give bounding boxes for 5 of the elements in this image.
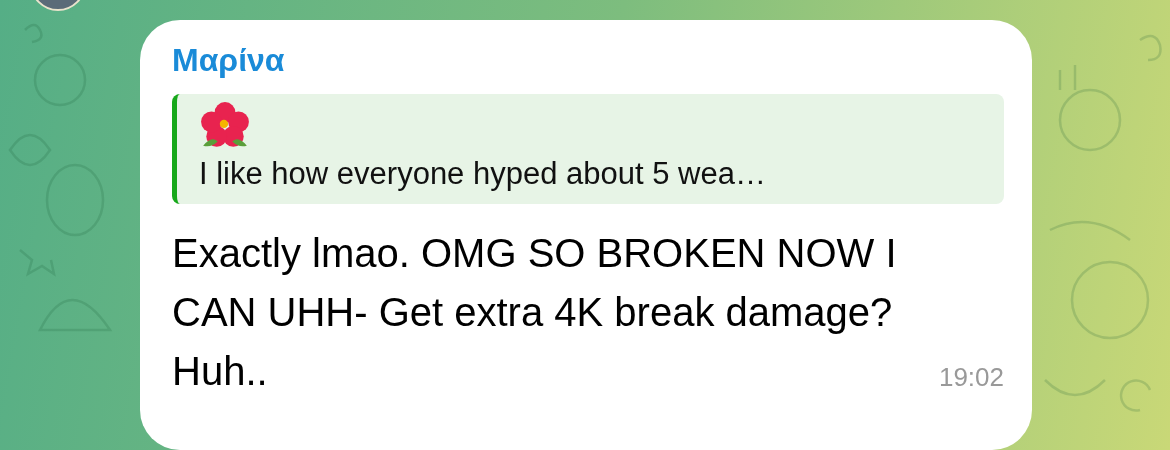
message-text: Exactly lmao. OMG SO BROKEN NOW I CAN UHH- Get extra 4K break damage? Huh.. [172,230,898,395]
sender-name[interactable]: Μαρίνα [172,38,1004,82]
message-time: 19:02 [938,362,1004,394]
reply-quote[interactable]: I like how everyone hyped about 5 wea… [172,94,1004,204]
quoted-text: I like how everyone hyped about 5 wea… [199,155,767,193]
